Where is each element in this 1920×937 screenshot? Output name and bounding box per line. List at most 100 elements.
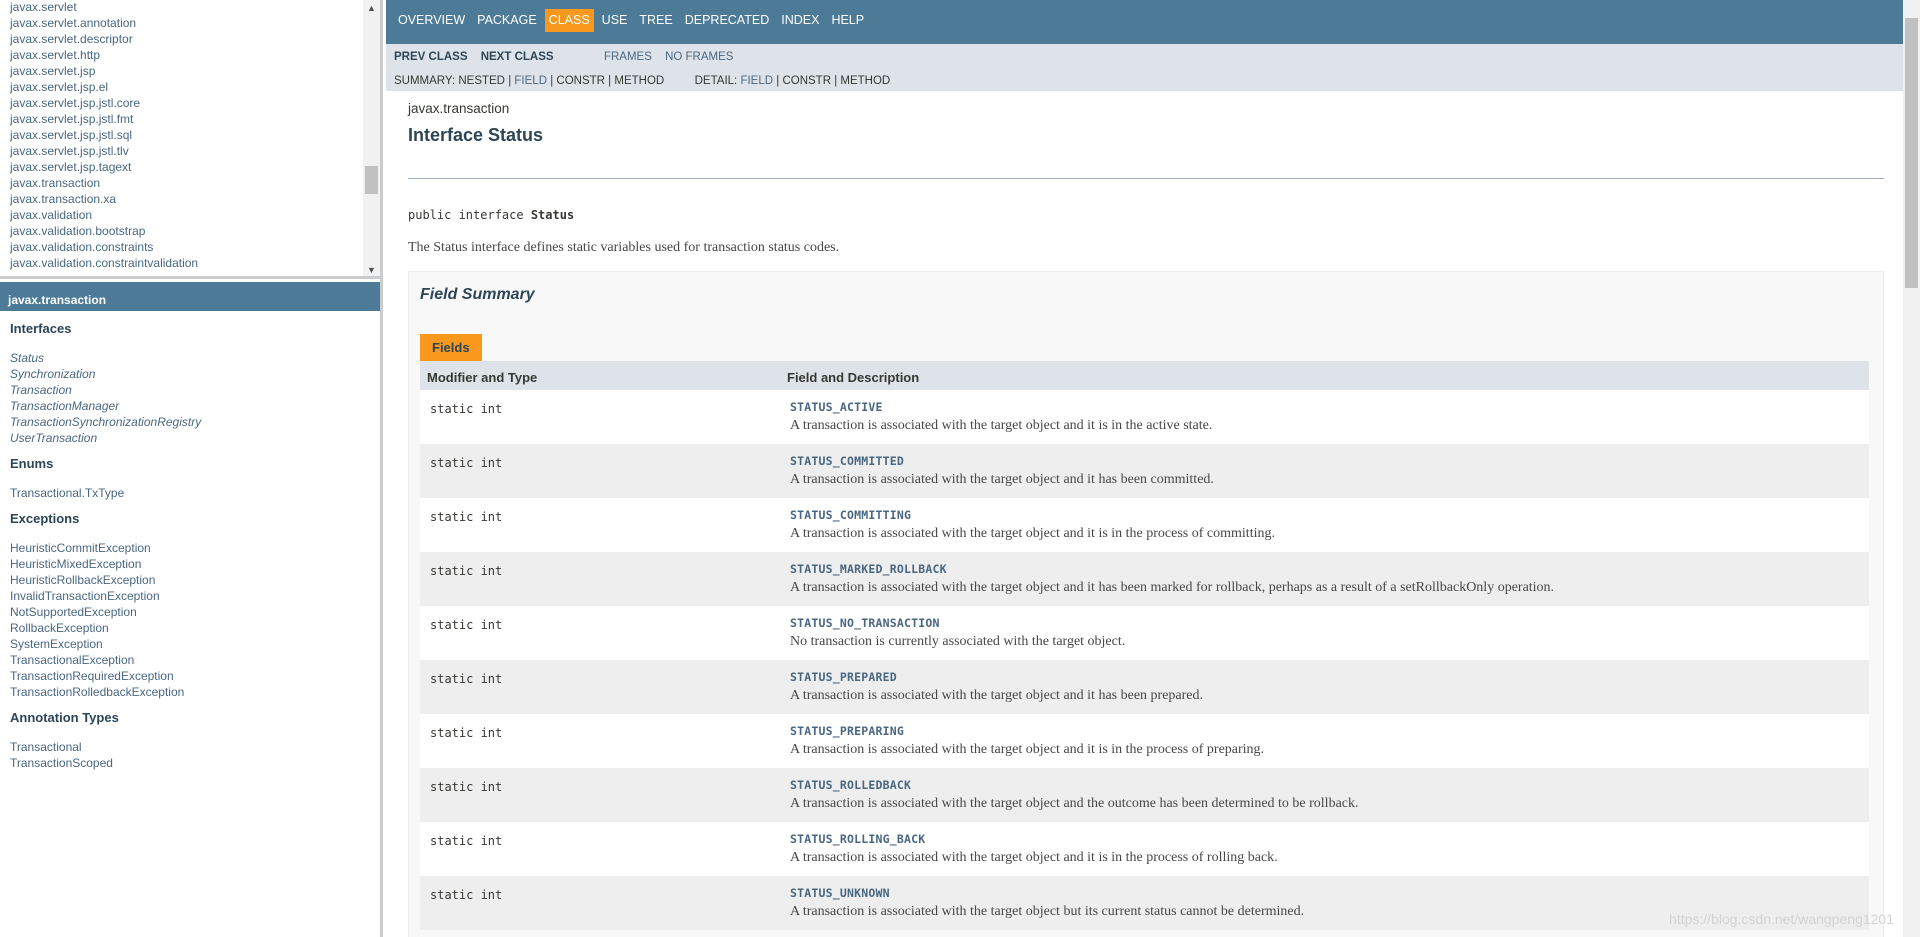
package-link[interactable]: javax.servlet.http (10, 47, 198, 63)
col-header-modifier-type: Modifier and Type (420, 361, 780, 390)
interface-link[interactable]: TransactionSynchronizationRegistry (10, 414, 380, 430)
package-link[interactable]: javax.servlet (10, 0, 198, 15)
exception-link[interactable]: HeuristicMixedException (10, 556, 380, 572)
field-type: static int (430, 564, 503, 578)
prev-class-link[interactable]: PREV CLASS (394, 51, 468, 63)
exception-link[interactable]: RollbackException (10, 620, 380, 636)
table-row: static int STATUS_ROLLING_BACK A transacti… (420, 822, 1869, 876)
package-link[interactable]: javax.servlet.jsp.jstl.tlv (10, 143, 198, 159)
detail-label: DETAIL: (694, 75, 738, 87)
exception-link[interactable]: TransactionRolledbackException (10, 684, 380, 700)
interface-link[interactable]: TransactionManager (10, 398, 380, 414)
package-link[interactable]: javax.servlet.jsp.el (10, 79, 198, 95)
field-type: static int (430, 456, 503, 470)
package-link[interactable]: javax.transaction.xa (10, 191, 198, 207)
enums-list: Transactional.TxType (10, 485, 380, 501)
field-name-link[interactable]: STATUS_ACTIVE (790, 400, 1859, 414)
class-signature: public interface Status (408, 208, 575, 222)
field-description: A transaction is associated with the tar… (790, 526, 1275, 541)
field-name-link[interactable]: STATUS_PREPARING (790, 724, 1859, 738)
modifier-type-cell: static int (420, 552, 780, 606)
package-classes-frame: javax.transaction Interfaces Status Synch… (0, 282, 380, 937)
annotation-link[interactable]: Transactional (10, 739, 380, 755)
field-name-link[interactable]: STATUS_MARKED_ROLLBACK (790, 562, 1859, 576)
interface-link[interactable]: UserTransaction (10, 430, 380, 446)
detail-field-link[interactable]: FIELD (740, 75, 773, 87)
package-list-scrollbar[interactable]: ▲ ▼ (363, 0, 380, 276)
package-link[interactable]: javax.servlet.jsp (10, 63, 198, 79)
nav-tree[interactable]: TREE (635, 9, 676, 32)
nav-package[interactable]: PACKAGE (473, 9, 541, 32)
exception-link[interactable]: SystemException (10, 636, 380, 652)
exception-link[interactable]: HeuristicCommitException (10, 540, 380, 556)
package-link[interactable]: javax.servlet.jsp.jstl.sql (10, 127, 198, 143)
field-name-link[interactable]: STATUS_COMMITTED (790, 454, 1859, 468)
col-header-field-description: Field and Description (780, 361, 1869, 390)
class-description: The Status interface defines static vari… (408, 240, 840, 255)
field-name-link[interactable]: STATUS_ROLLEDBACK (790, 778, 1859, 792)
package-link[interactable]: javax.servlet.descriptor (10, 31, 198, 47)
exception-link[interactable]: HeuristicRollbackException (10, 572, 380, 588)
nav-use[interactable]: USE (598, 9, 632, 32)
modifier-type-cell: static int (420, 606, 780, 660)
exception-link[interactable]: TransactionRequiredException (10, 668, 380, 684)
scroll-down-icon[interactable]: ▼ (363, 262, 380, 276)
nav-help[interactable]: HELP (827, 9, 868, 32)
table-row: static int STATUS_COMMITTED A transaction … (420, 444, 1869, 498)
interface-link[interactable]: Transaction (10, 382, 380, 398)
field-name-link[interactable]: STATUS_COMMITTING (790, 508, 1859, 522)
package-link[interactable]: javax.servlet.annotation (10, 15, 198, 31)
interface-link[interactable]: Status (10, 350, 380, 366)
field-description: A transaction is associated with the tar… (790, 688, 1203, 703)
left-frames: javax.servlet javax.servlet.annotation jav… (0, 0, 383, 937)
field-name-link[interactable]: STATUS_NO_TRANSACTION (790, 616, 1859, 630)
field-type: static int (430, 834, 503, 848)
nav-deprecated[interactable]: DEPRECATED (681, 9, 774, 32)
nav-overview[interactable]: OVERVIEW (394, 9, 469, 32)
interface-link[interactable]: Synchronization (10, 366, 380, 382)
package-link[interactable]: javax.transaction (10, 175, 198, 191)
package-link[interactable]: javax.servlet.jsp.jstl.core (10, 95, 198, 111)
main-scrollbar[interactable] (1903, 0, 1920, 937)
nav-class[interactable]: CLASS (544, 9, 594, 32)
separator: | (776, 75, 780, 87)
exception-link[interactable]: TransactionalException (10, 652, 380, 668)
package-link[interactable]: javax.validation.constraintvalidation (10, 255, 198, 271)
next-class-link[interactable]: NEXT CLASS (481, 51, 554, 63)
enums-heading: Enums (10, 456, 54, 471)
modifier-type-cell: static int (420, 768, 780, 822)
separator: | (608, 75, 612, 87)
field-description-cell: STATUS_PREPARED A transaction is associat… (780, 660, 1869, 714)
interfaces-heading: Interfaces (10, 321, 72, 336)
package-link[interactable]: javax.validation (10, 207, 198, 223)
no-frames-link[interactable]: NO FRAMES (665, 51, 733, 63)
package-classes-header[interactable]: javax.transaction (0, 282, 380, 311)
class-doc-frame: OVERVIEW PACKAGE CLASS USE TREE DEPRECATED IND… (386, 0, 1920, 937)
exception-link[interactable]: NotSupportedException (10, 604, 380, 620)
package-link[interactable]: javax.validation.constraints (10, 239, 198, 255)
field-description: No transaction is currently associated w… (790, 634, 1126, 649)
nav-index[interactable]: INDEX (777, 9, 823, 32)
summary-field-link[interactable]: FIELD (514, 75, 547, 87)
exceptions-list: HeuristicCommitException HeuristicMixedEx… (10, 540, 380, 700)
exception-link[interactable]: InvalidTransactionException (10, 588, 380, 604)
field-description-cell: STATUS_PREPARING A transaction is associa… (780, 714, 1869, 768)
enum-link[interactable]: Transactional.TxType (10, 485, 380, 501)
fields-tab[interactable]: Fields (420, 334, 482, 361)
field-name-link[interactable]: STATUS_ROLLING_BACK (790, 832, 1859, 846)
field-description: A transaction is associated with the tar… (790, 580, 1555, 595)
annotation-link[interactable]: TransactionScoped (10, 755, 380, 771)
scrollbar-thumb[interactable] (365, 166, 378, 194)
page-title: Interface Status (408, 125, 544, 145)
scroll-up-icon[interactable]: ▲ (363, 0, 380, 17)
field-name-link[interactable]: STATUS_PREPARED (790, 670, 1859, 684)
field-name-link[interactable]: STATUS_UNKNOWN (790, 886, 1859, 900)
package-link[interactable]: javax.validation.bootstrap (10, 223, 198, 239)
interfaces-section: Interfaces Status Synchronization Transact… (10, 321, 380, 446)
frames-link[interactable]: FRAMES (604, 51, 652, 63)
modifier-type-cell: static int (420, 660, 780, 714)
package-link[interactable]: javax.servlet.jsp.jstl.fmt (10, 111, 198, 127)
package-link[interactable]: javax.servlet.jsp.tagext (10, 159, 198, 175)
summary-method: METHOD (614, 75, 665, 87)
scrollbar-thumb[interactable] (1905, 18, 1918, 288)
